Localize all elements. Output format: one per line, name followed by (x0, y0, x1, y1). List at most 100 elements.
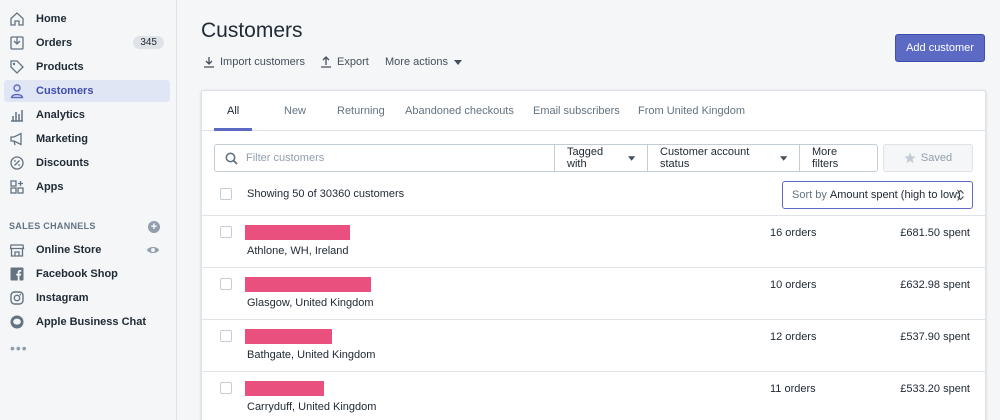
customer-location: Glasgow, United Kingdom (247, 297, 374, 309)
store-icon (8, 241, 26, 259)
more-filters-button[interactable]: More filters (799, 144, 878, 172)
select-all-checkbox[interactable] (220, 188, 232, 200)
sidebar-item-label: Online Store (36, 244, 102, 256)
tab-new[interactable]: New (284, 91, 306, 131)
sidebar-item-products[interactable]: Products (4, 56, 170, 78)
person-icon (8, 82, 26, 100)
sidebar-channel-facebook-shop[interactable]: Facebook Shop (4, 263, 170, 285)
caret-down-icon (453, 59, 462, 65)
tag-icon (8, 58, 26, 76)
sort-value: Amount spent (high to low) (829, 189, 961, 201)
more-filters-label: More filters (812, 146, 839, 170)
sidebar-item-marketing[interactable]: Marketing (4, 128, 170, 150)
row-checkbox[interactable] (220, 330, 232, 342)
customer-orders: 16 orders (770, 227, 817, 239)
customer-location: Athlone, WH, Ireland (247, 245, 349, 257)
sidebar-item-apps[interactable]: Apps (4, 176, 170, 198)
tab-email-subscribers[interactable]: Email subscribers (533, 91, 620, 131)
tagged-with-label: Tagged with (567, 146, 604, 170)
discount-icon (8, 154, 26, 172)
instagram-icon (8, 289, 26, 307)
import-icon (204, 57, 214, 68)
import-customers-button[interactable]: Import customers (203, 56, 305, 68)
sidebar-channel-online-store[interactable]: Online Store (4, 239, 170, 261)
import-label: Import customers (220, 56, 305, 68)
apps-icon (8, 178, 26, 196)
sidebar-item-home[interactable]: Home (4, 8, 170, 30)
redacted-customer-name (245, 277, 371, 292)
facebook-icon (8, 265, 26, 283)
customer-orders: 10 orders (770, 279, 817, 291)
sidebar-item-label: Analytics (36, 109, 85, 121)
tab-from-united-kingdom[interactable]: From United Kingdom (638, 91, 745, 131)
customer-spent: £537.90 spent (900, 331, 970, 343)
export-label: Export (337, 56, 369, 68)
table-row[interactable]: Bathgate, United Kingdom 12 orders £537.… (202, 319, 985, 371)
add-customer-button[interactable]: Add customer (895, 34, 985, 62)
customer-location: Bathgate, United Kingdom (247, 349, 376, 361)
caret-down-icon (627, 155, 635, 161)
home-icon (8, 10, 26, 28)
sidebar-item-label: Home (36, 13, 67, 25)
caret-down-icon (779, 155, 787, 161)
redacted-customer-name (245, 225, 350, 240)
orders-icon (8, 34, 26, 52)
sidebar-channel-instagram[interactable]: Instagram (4, 287, 170, 309)
sort-key-label: Sort by (792, 189, 827, 201)
sidebar-item-label: Customers (36, 85, 94, 97)
customer-spent: £533.20 spent (900, 383, 970, 395)
row-checkbox[interactable] (220, 278, 232, 290)
sidebar-item-label: Orders (36, 37, 73, 49)
redacted-customer-name (245, 381, 324, 396)
customer-orders: 11 orders (770, 383, 816, 395)
sidebar-item-analytics[interactable]: Analytics (4, 104, 170, 126)
redacted-customer-name (245, 329, 332, 344)
sidebar: Home Orders 345 Products Customers Analy… (0, 0, 177, 420)
sidebar-item-label: Facebook Shop (36, 268, 118, 280)
chat-icon (8, 313, 26, 331)
tab-abandoned-checkouts[interactable]: Abandoned checkouts (405, 91, 514, 131)
saved-button[interactable]: Saved (883, 144, 973, 172)
add-channel-icon[interactable]: + (148, 221, 160, 233)
account-status-filter[interactable]: Customer account status (647, 144, 800, 172)
table-row[interactable]: Carryduff, United Kingdom 11 orders £533… (202, 371, 985, 420)
more-actions-button[interactable]: More actions (385, 56, 462, 68)
sort-select[interactable]: Sort by Amount spent (high to low) (782, 181, 973, 209)
more-actions-label: More actions (385, 56, 448, 68)
table-row[interactable]: Glasgow, United Kingdom 10 orders £632.9… (202, 267, 985, 319)
sidebar-item-label: Marketing (36, 133, 88, 145)
tab-bar: All New Returning Abandoned checkouts Em… (202, 91, 985, 131)
sidebar-item-label: Apple Business Chat (36, 316, 147, 328)
search-icon (225, 152, 238, 165)
bar-chart-icon (8, 106, 26, 124)
active-tab-indicator (214, 128, 252, 131)
sales-channels-heading: SALES CHANNELS (9, 221, 96, 231)
sidebar-channel-apple-business-chat[interactable]: Apple Business Chat (4, 311, 170, 333)
sidebar-item-label: Products (36, 61, 84, 73)
customer-spent: £681.50 spent (900, 227, 970, 239)
customer-orders: 12 orders (770, 331, 817, 343)
sidebar-item-customers[interactable]: Customers (4, 80, 170, 102)
sidebar-item-orders[interactable]: Orders 345 (4, 32, 170, 54)
search-input[interactable] (246, 152, 536, 164)
customers-card: All New Returning Abandoned checkouts Em… (201, 90, 986, 420)
customer-spent: £632.98 spent (900, 279, 970, 291)
sidebar-item-label: Instagram (36, 292, 89, 304)
tab-returning[interactable]: Returning (337, 91, 385, 131)
search-field[interactable] (214, 144, 555, 172)
row-checkbox[interactable] (220, 226, 232, 238)
row-checkbox[interactable] (220, 382, 232, 394)
export-icon (321, 56, 331, 68)
more-channels-icon[interactable]: ••• (10, 340, 28, 356)
sidebar-item-label: Discounts (36, 157, 90, 169)
sidebar-item-discounts[interactable]: Discounts (4, 152, 170, 174)
updown-arrows-icon (957, 190, 964, 200)
account-status-label: Customer account status (660, 146, 750, 170)
megaphone-icon (8, 130, 26, 148)
tagged-with-filter[interactable]: Tagged with (554, 144, 648, 172)
eye-icon[interactable] (146, 244, 160, 259)
tab-all[interactable]: All (227, 91, 239, 131)
export-button[interactable]: Export (320, 56, 369, 68)
table-row[interactable]: Athlone, WH, Ireland 16 orders £681.50 s… (202, 215, 985, 267)
star-icon (904, 152, 916, 164)
